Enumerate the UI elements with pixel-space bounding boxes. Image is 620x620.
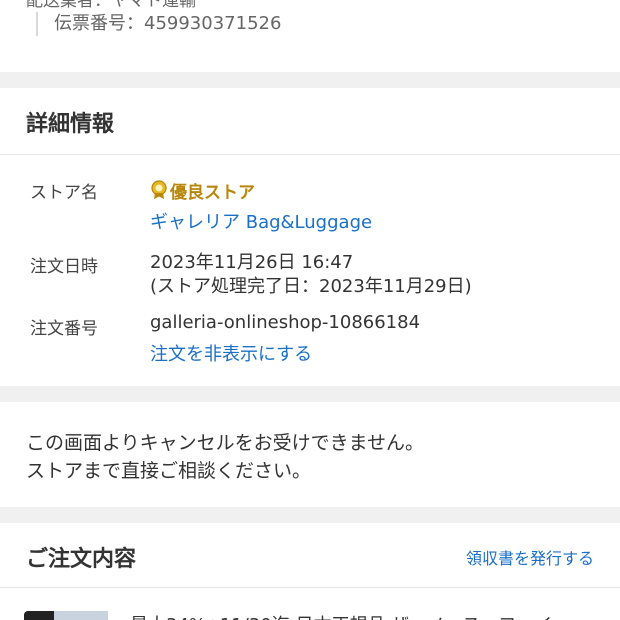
divider bbox=[0, 587, 620, 588]
notice-line-1: この画面よりキャンセルをお受けできません。 bbox=[26, 432, 425, 454]
section-separator bbox=[0, 386, 620, 402]
order-date-label: 注文日時 bbox=[30, 257, 98, 277]
divider bbox=[0, 154, 620, 155]
details-section-title: 詳細情報 bbox=[26, 112, 115, 137]
item-thumbnail[interactable] bbox=[24, 611, 108, 620]
item-title[interactable]: 最大34%▲11/30迄 日本正規品 ザ・ノース・フェイ bbox=[130, 611, 552, 620]
excellent-store-badge: 優良ストア bbox=[150, 178, 255, 203]
item-image bbox=[54, 611, 108, 620]
order-contents-card: ご注文内容 領収書を発行する 最大34%▲11/30迄 日本正規品 ザ・ノース・… bbox=[0, 523, 620, 620]
section-separator bbox=[0, 72, 620, 88]
order-number-value: galleria-onlineshop-10866184 bbox=[150, 312, 421, 333]
notice-line-2: ストアまで直接ご相談ください。 bbox=[26, 460, 312, 482]
store-name-link[interactable]: ギャレリア Bag&Luggage bbox=[150, 208, 372, 234]
hide-order-link[interactable]: 注文を非表示にする bbox=[150, 340, 312, 366]
tracking-number: 459930371526 bbox=[144, 13, 282, 34]
tracking-label: 伝票番号： bbox=[54, 13, 144, 34]
issue-receipt-link[interactable]: 領収書を発行する bbox=[466, 545, 594, 569]
order-date-value: 2023年11月26日 16:47 bbox=[150, 252, 354, 273]
shipping-info-section: 配送業者：ヤマト運輸 伝票番号：459930371526 bbox=[0, 0, 620, 72]
medal-icon bbox=[151, 180, 167, 199]
tracking-row: 伝票番号：459930371526 bbox=[36, 12, 281, 36]
processed-date-value: (ストア処理完了日：2023年11月29日) bbox=[150, 276, 472, 297]
carrier-text: 配送業者：ヤマト運輸 bbox=[26, 0, 196, 11]
cancel-notice-card: この画面よりキャンセルをお受けできません。 ストアまで直接ご相談ください。 bbox=[0, 402, 620, 507]
order-number-label: 注文番号 bbox=[30, 319, 98, 339]
details-card: 詳細情報 ストア名 優良ストア ギャレリア Bag&Luggage 注文日時 2… bbox=[0, 88, 620, 386]
item-image bbox=[24, 611, 54, 620]
section-separator bbox=[0, 507, 620, 523]
badge-label: 優良ストア bbox=[170, 182, 255, 203]
store-name-label: ストア名 bbox=[30, 183, 98, 203]
order-section-title: ご注文内容 bbox=[26, 547, 137, 572]
